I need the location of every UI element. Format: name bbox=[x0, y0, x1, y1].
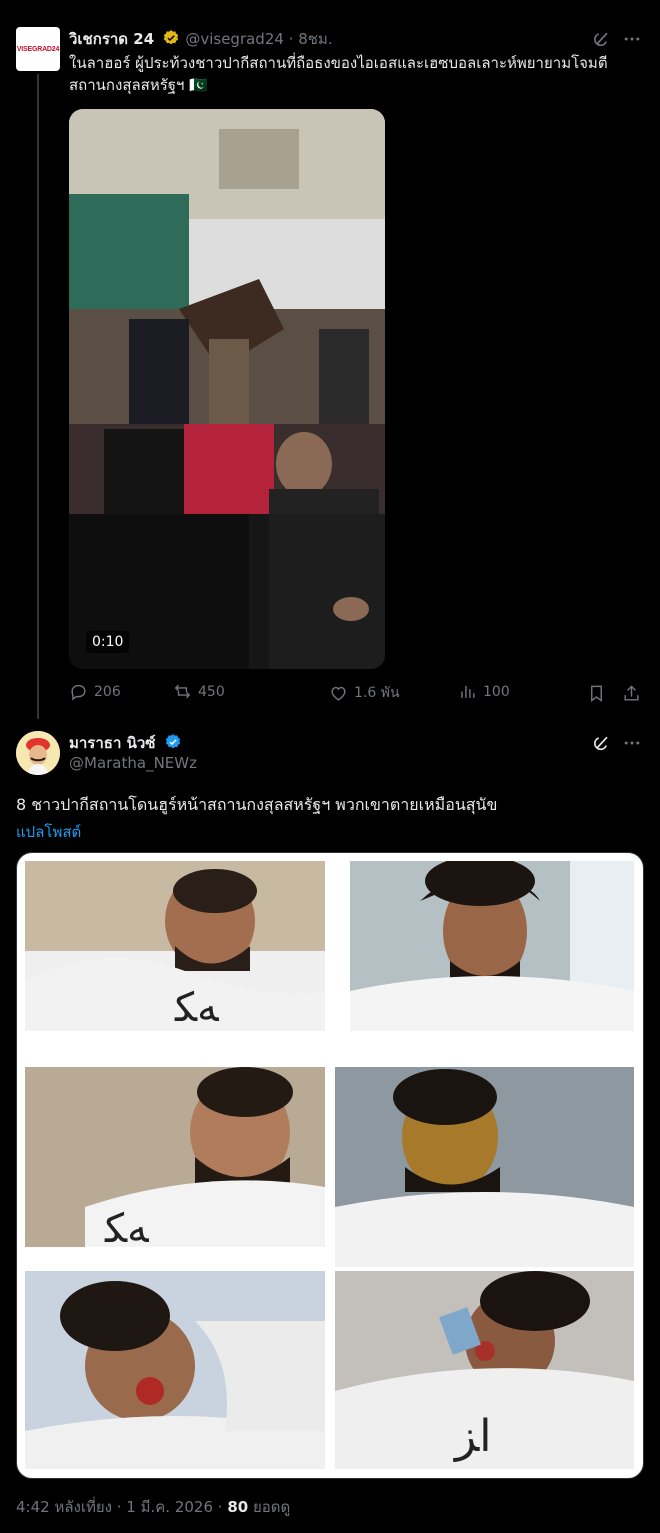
views-count: 100 bbox=[483, 683, 510, 700]
verified-gold-icon bbox=[164, 30, 179, 45]
video-frame bbox=[69, 109, 385, 669]
grok-icon[interactable] bbox=[592, 29, 612, 49]
main-author-name[interactable]: มาราธา นิวซ์ bbox=[69, 734, 155, 752]
more-icon[interactable] bbox=[622, 733, 642, 753]
more-icon[interactable] bbox=[622, 29, 642, 49]
video-duration-badge: 0:10 bbox=[86, 631, 130, 653]
svg-text:ﻪﮑ: ﻪﮑ bbox=[104, 1206, 149, 1247]
main-author-handle[interactable]: @Maratha_NEWz bbox=[69, 754, 197, 772]
tweet-text: ในลาฮอร์ ผู้ประท้วงชาวปากีสถานที่ถือธงขอ… bbox=[69, 54, 608, 94]
author-name[interactable]: วิเชกราด 24 bbox=[69, 30, 154, 48]
repost-count: 450 bbox=[198, 683, 225, 700]
views-icon bbox=[461, 685, 475, 698]
translate-post-link[interactable]: แปลโพสต์ bbox=[16, 820, 81, 844]
avatar-maratha-newz[interactable] bbox=[16, 731, 60, 775]
author-handle-time: @visegrad24 · 8ชม. bbox=[185, 30, 333, 48]
svg-text:ﺍﺰ: ﺍﺰ bbox=[453, 1411, 492, 1462]
main-tweet-header: มาราธา นิวซ์ bbox=[69, 731, 182, 755]
reply-button[interactable]: 206 bbox=[69, 682, 121, 701]
views-label: ยอดดู bbox=[248, 1498, 291, 1516]
tweet-meta: 4:42 หลังเที่ยง · 1 มี.ค. 2026 · 80 ยอดด… bbox=[16, 1495, 290, 1519]
photo-5-image bbox=[25, 1271, 325, 1469]
svg-text:ﻪﮑ: ﻪﮑ bbox=[174, 985, 219, 1031]
like-icon bbox=[331, 686, 346, 701]
repost-button[interactable]: 450 bbox=[173, 682, 225, 701]
photo-grid[interactable]: ﻪﮑ ﻪﮑ ﺍﺰ bbox=[16, 852, 644, 1479]
photo-4-image bbox=[335, 1067, 634, 1267]
photo-6-image: ﺍﺰ bbox=[335, 1271, 634, 1469]
share-icon[interactable] bbox=[622, 684, 641, 703]
thread-connector-line bbox=[37, 74, 39, 719]
photo-3[interactable]: ﻪﮑ bbox=[25, 1067, 325, 1247]
reply-icon bbox=[71, 684, 86, 701]
timestamp[interactable]: 4:42 หลังเที่ยง · 1 มี.ค. 2026 · bbox=[16, 1498, 227, 1516]
photo-2-image bbox=[350, 861, 634, 1031]
views-button[interactable]: 100 bbox=[458, 682, 510, 701]
tweet-header: วิเชกราด 24 @visegrad24 · 8ชม. bbox=[69, 27, 333, 51]
main-tweet-text: 8 ชาวปากีสถานโดนฮูร์หน้าสถานกงสุลสหรัฐฯ … bbox=[16, 795, 498, 814]
photo-2[interactable] bbox=[350, 861, 634, 1031]
photo-5[interactable] bbox=[25, 1271, 325, 1469]
photo-1-image: ﻪﮑ bbox=[25, 861, 325, 1031]
repost-icon bbox=[174, 684, 191, 699]
photo-3-image: ﻪﮑ bbox=[25, 1067, 325, 1247]
photo-4[interactable] bbox=[335, 1067, 634, 1267]
verified-icon bbox=[165, 734, 180, 749]
photo-6[interactable]: ﺍﺰ bbox=[335, 1271, 634, 1469]
views-count-main: 80 bbox=[227, 1498, 249, 1516]
reply-count: 206 bbox=[94, 683, 121, 700]
avatar-illustration bbox=[16, 731, 60, 775]
like-count: 1.6 พัน bbox=[354, 685, 400, 701]
grok-icon[interactable] bbox=[592, 733, 612, 753]
bookmark-icon[interactable] bbox=[587, 684, 606, 703]
like-button[interactable]: 1.6 พัน bbox=[329, 682, 400, 704]
video-player[interactable] bbox=[69, 109, 385, 669]
avatar-visegrad24[interactable]: VISEGRAD24 bbox=[16, 27, 60, 71]
photo-1[interactable]: ﻪﮑ bbox=[25, 861, 325, 1031]
tweet-actions: 206 450 1.6 พัน 100 bbox=[69, 682, 644, 708]
avatar-logo-text: VISEGRAD24 bbox=[16, 45, 60, 53]
